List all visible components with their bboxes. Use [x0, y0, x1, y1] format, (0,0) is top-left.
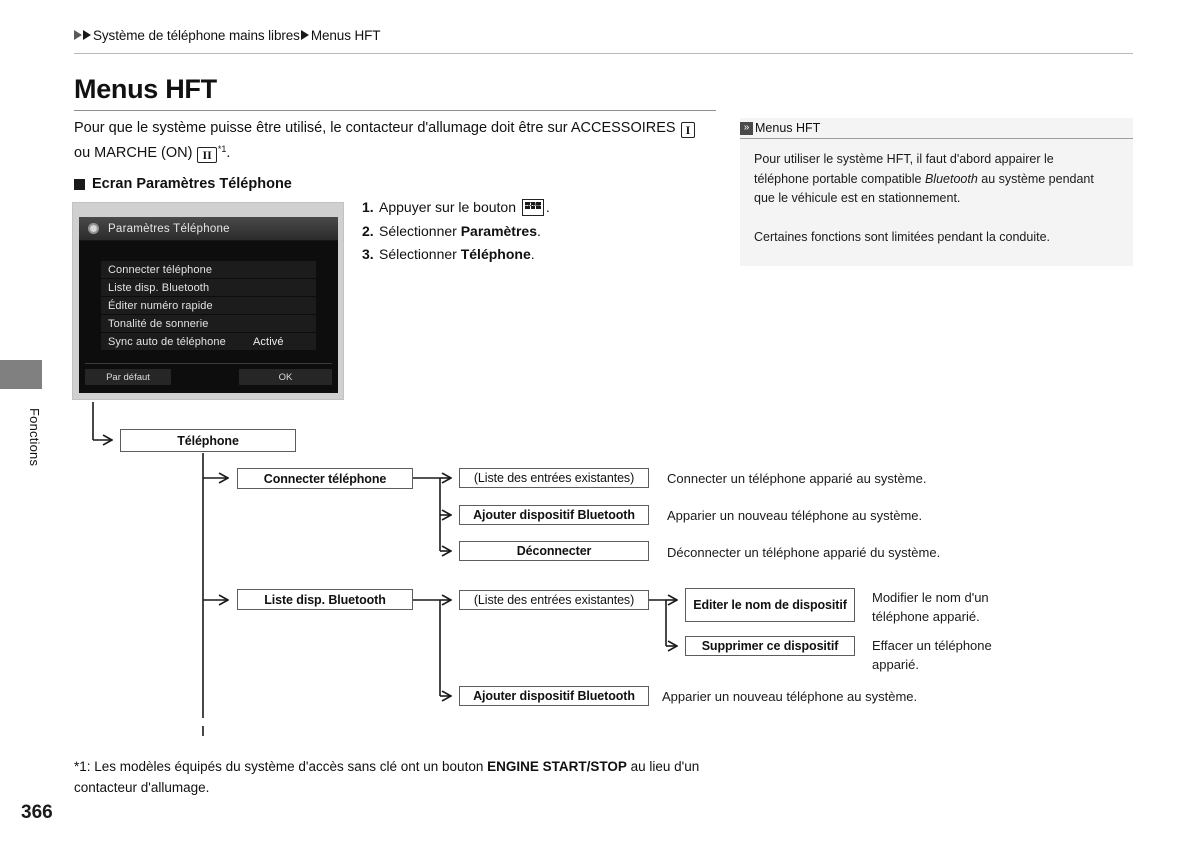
flow-node-liste-entrees-2[interactable]: (Liste des entrées existantes)	[459, 590, 649, 610]
breadcrumb: Système de téléphone mains libres Menus …	[74, 24, 1134, 46]
header-divider	[74, 53, 1133, 54]
breadcrumb-item-current[interactable]: Menus HFT	[311, 28, 381, 43]
device-menu-label: Liste disp. Bluetooth	[108, 281, 210, 294]
side-info-paragraph-2: Certaines fonctions sont limitées pendan…	[754, 229, 1051, 244]
flow-node-connecter-telephone[interactable]: Connecter téléphone	[237, 468, 413, 489]
flow-node-liste-entrees-1[interactable]: (Liste des entrées existantes)	[459, 468, 649, 488]
step-text: Sélectionner Téléphone.	[379, 244, 535, 264]
device-menu-label: Éditer numéro rapide	[108, 299, 213, 312]
intro-text-3: .	[226, 145, 231, 161]
step-text-after: .	[537, 222, 541, 239]
footnote: *1: Les modèles équipés du système d'acc…	[74, 756, 734, 798]
flow-node-supprimer-dispositif[interactable]: Supprimer ce dispositif	[685, 636, 855, 656]
flow-desc-editer: Modifier le nom d'un téléphone apparié.	[872, 590, 989, 624]
flow-desc-supprimer: Effacer un téléphone apparié.	[872, 638, 992, 672]
title-divider	[74, 110, 716, 111]
chevron-right-icon	[300, 30, 309, 40]
step-number: 2.	[362, 222, 374, 239]
device-menu-label: Tonalité de sonnerie	[108, 317, 209, 330]
square-bullet-icon	[74, 178, 85, 190]
flow-node-editer-nom[interactable]: Editer le nom de dispositif	[685, 588, 855, 622]
side-info-paragraph-1: Pour utiliser le système HFT, il faut d'…	[754, 150, 1104, 209]
page-title: Menus HFT	[74, 74, 217, 104]
section-tab-marker	[0, 360, 42, 389]
step-target-label: Téléphone	[460, 246, 531, 262]
flow-desc-ajouter-2: Apparier un nouveau téléphone au système…	[662, 689, 918, 704]
step-text: Appuyer sur le bouton HOME.	[379, 197, 550, 217]
breadcrumb-item-system[interactable]: Système de téléphone mains libres	[93, 28, 300, 43]
flow-desc-connecter: Connecter un téléphone apparié au systèm…	[667, 471, 927, 486]
step-1: 1. Appuyer sur le bouton HOME.	[362, 197, 592, 217]
section-tab-label: Fonctions	[27, 407, 42, 467]
side-info-body: Pour utiliser le système HFT, il faut d'…	[754, 150, 1104, 247]
double-chevron-right-icon: »	[740, 121, 753, 135]
flow-node-telephone[interactable]: Téléphone	[120, 429, 296, 452]
device-menu-label: Sync auto de téléphone	[108, 335, 226, 348]
step-text: Sélectionner Paramètres.	[379, 221, 541, 241]
home-button-icon: HOME	[521, 199, 544, 216]
intro-paragraph: Pour que le système puisse être utilisé,…	[74, 118, 719, 164]
device-menu-label: Connecter téléphone	[108, 263, 213, 276]
step-text-before: Sélectionner	[379, 222, 461, 239]
device-divider	[85, 363, 332, 364]
device-menu-item-editer-numero[interactable]: Éditer numéro rapide	[101, 297, 316, 314]
footnote-bold: ENGINE START/STOP	[487, 759, 627, 774]
step-2: 2. Sélectionner Paramètres.	[362, 221, 592, 241]
step-target-label: Paramètres	[460, 222, 537, 239]
device-screen-illustration: Paramètres Téléphone Connecter téléphone…	[72, 202, 344, 400]
step-text-after: .	[530, 246, 535, 262]
intro-text-1: Pour que le système puisse être utilisé,…	[74, 120, 680, 136]
device-button-bar: Par défaut OK	[85, 369, 332, 385]
flow-node-ajouter-bluetooth-2[interactable]: Ajouter dispositif Bluetooth	[459, 686, 649, 706]
side-info-title: Menus HFT	[755, 121, 821, 135]
step-3: 3. Sélectionner Téléphone.	[362, 244, 592, 264]
steps-list: 1. Appuyer sur le bouton HOME. 2. Sélect…	[362, 197, 592, 268]
step-number: 3.	[362, 246, 374, 262]
device-menu-value: Activé	[253, 335, 284, 348]
intro-text-2: ou MARCHE (ON)	[74, 145, 197, 161]
page-number: 366	[21, 802, 53, 823]
device-menu-item-connecter[interactable]: Connecter téléphone	[101, 261, 316, 278]
step-text-before: Appuyer sur le bouton	[379, 199, 520, 215]
device-titlebar: Paramètres Téléphone	[79, 217, 338, 241]
step-number: 1.	[362, 199, 374, 215]
manual-page: Système de téléphone mains libres Menus …	[0, 0, 1200, 847]
device-menu-item-tonalite[interactable]: Tonalité de sonnerie	[101, 315, 316, 332]
side-info-text-italic: Bluetooth	[924, 171, 978, 186]
flow-node-deconnecter[interactable]: Déconnecter	[459, 541, 649, 561]
chevron-right-icon	[83, 30, 91, 40]
subsection-heading-label: Ecran Paramètres Téléphone	[92, 176, 292, 192]
device-menu-item-liste-bluetooth[interactable]: Liste disp. Bluetooth	[101, 279, 316, 296]
device-title: Paramètres Téléphone	[108, 222, 230, 235]
flow-node-liste-bluetooth[interactable]: Liste disp. Bluetooth	[237, 589, 413, 610]
side-info-header: » Menus HFT	[740, 118, 1133, 139]
gear-icon	[88, 223, 99, 234]
chevron-right-icon	[74, 30, 82, 40]
side-info-box: » Menus HFT Pour utiliser le système HFT…	[740, 118, 1133, 266]
flow-desc-ajouter-1: Apparier un nouveau téléphone au système…	[667, 508, 923, 523]
step-text-before: Sélectionner	[379, 246, 461, 262]
device-default-button[interactable]: Par défaut	[85, 369, 171, 385]
subsection-heading: Ecran Paramètres Téléphone	[74, 176, 292, 192]
device-display: Paramètres Téléphone Connecter téléphone…	[79, 217, 338, 393]
flow-desc-deconnecter: Déconnecter un téléphone apparié du syst…	[667, 545, 941, 560]
ignition-accessory-icon: I	[680, 122, 696, 138]
step-text-after: .	[545, 199, 550, 215]
ignition-on-icon: II	[197, 147, 217, 163]
footnote-text-before: *1: Les modèles équipés du système d'acc…	[74, 759, 488, 774]
flow-node-ajouter-bluetooth-1[interactable]: Ajouter dispositif Bluetooth	[459, 505, 649, 525]
device-menu-item-sync-auto[interactable]: Sync auto de téléphone Activé	[101, 333, 316, 350]
device-ok-button[interactable]: OK	[239, 369, 332, 385]
